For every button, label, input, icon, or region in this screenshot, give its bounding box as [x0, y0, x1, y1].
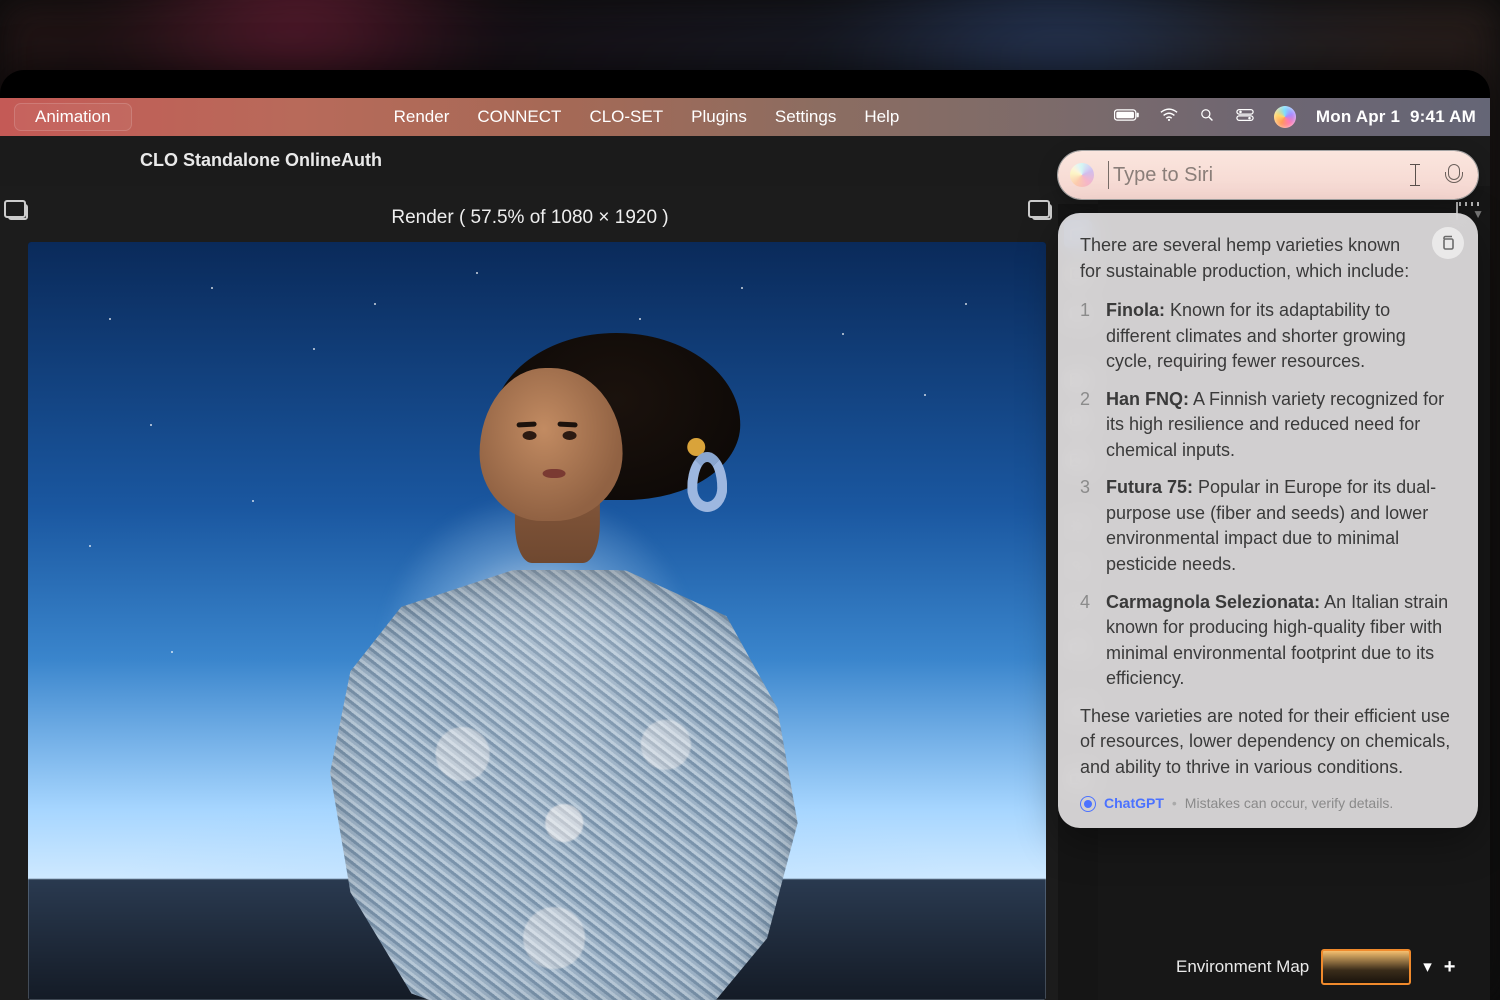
environment-map-row: Environment Map ▾ +: [1176, 950, 1480, 984]
render-viewport: Render ( 57.5% of 1080 × 1920 ): [0, 186, 1060, 1000]
list-item: 4Carmagnola Selezionata: An Italian stra…: [1080, 590, 1456, 692]
environment-thumbnail[interactable]: [1321, 949, 1411, 985]
menubar-menus: Render CONNECT CLO-SET Plugins Settings …: [394, 107, 900, 127]
spotlight-icon[interactable]: [1198, 107, 1216, 127]
display-notch: [640, 70, 850, 98]
list-item: 2Han FNQ: A Finnish variety recognized f…: [1080, 387, 1456, 464]
siri-orb-icon: [1070, 163, 1094, 187]
list-item: 3Futura 75: Popular in Europe for its du…: [1080, 475, 1456, 577]
screen: Animation Render CONNECT CLO-SET Plugins…: [0, 98, 1490, 1000]
menu-plugins[interactable]: Plugins: [691, 107, 747, 127]
menu-render[interactable]: Render: [394, 107, 450, 127]
menubar-date[interactable]: Mon Apr 1 9:41 AM: [1316, 107, 1476, 127]
chevron-down-icon[interactable]: ▼: [1472, 207, 1484, 221]
menu-connect[interactable]: CONNECT: [477, 107, 561, 127]
menu-closet[interactable]: CLO-SET: [589, 107, 663, 127]
laptop-bezel: Animation Render CONNECT CLO-SET Plugins…: [0, 70, 1490, 1000]
disclaimer-text: Mistakes can occur, verify details.: [1185, 794, 1394, 814]
siri-outro: These varieties are noted for their effi…: [1080, 704, 1456, 781]
menu-settings[interactable]: Settings: [775, 107, 836, 127]
control-center-icon[interactable]: [1236, 107, 1254, 127]
chevron-down-icon[interactable]: ▾: [1423, 957, 1432, 977]
siri-input[interactable]: Type to Siri: [1058, 151, 1478, 199]
text-cursor-icon: [1408, 164, 1422, 186]
viewport-label: Render ( 57.5% of 1080 × 1920 ): [0, 204, 1060, 232]
microphone-icon[interactable]: [1444, 164, 1462, 186]
popout-right-icon[interactable]: [1032, 204, 1052, 220]
menubar-app-tab[interactable]: Animation: [14, 103, 132, 131]
provider-name[interactable]: ChatGPT: [1104, 794, 1164, 814]
menubar-date-text: Mon Apr 1: [1316, 107, 1400, 126]
siri-icon[interactable]: [1274, 106, 1296, 128]
avatar-figure: [232, 333, 884, 1000]
text-caret: [1108, 161, 1109, 190]
siri-footer: ChatGPT • Mistakes can occur, verify det…: [1080, 794, 1456, 814]
list-item: 1Finola: Known for its adaptability to d…: [1080, 298, 1456, 375]
siri-list: 1Finola: Known for its adaptability to d…: [1080, 298, 1456, 692]
menu-help[interactable]: Help: [864, 107, 899, 127]
siri-response-card: There are several hemp varieties known f…: [1058, 213, 1478, 828]
menubar-status: Mon Apr 1 9:41 AM: [1114, 106, 1476, 128]
macos-menubar: Animation Render CONNECT CLO-SET Plugins…: [0, 98, 1490, 136]
provider-icon: [1080, 796, 1096, 812]
siri-placeholder: Type to Siri: [1113, 164, 1213, 187]
wifi-icon[interactable]: [1160, 107, 1178, 127]
copy-button[interactable]: [1432, 227, 1464, 259]
window-title: CLO Standalone OnlineAuth: [140, 150, 382, 171]
add-environment-button[interactable]: +: [1444, 956, 1456, 979]
environment-map-label: Environment Map: [1176, 957, 1309, 977]
render-canvas[interactable]: [28, 242, 1046, 1000]
siri-intro: There are several hemp varieties known f…: [1080, 233, 1456, 284]
menubar-time-text: 9:41 AM: [1410, 107, 1476, 126]
siri-overlay: Type to Siri ▼ There are several hemp va…: [1058, 151, 1478, 828]
battery-icon[interactable]: [1114, 107, 1140, 127]
